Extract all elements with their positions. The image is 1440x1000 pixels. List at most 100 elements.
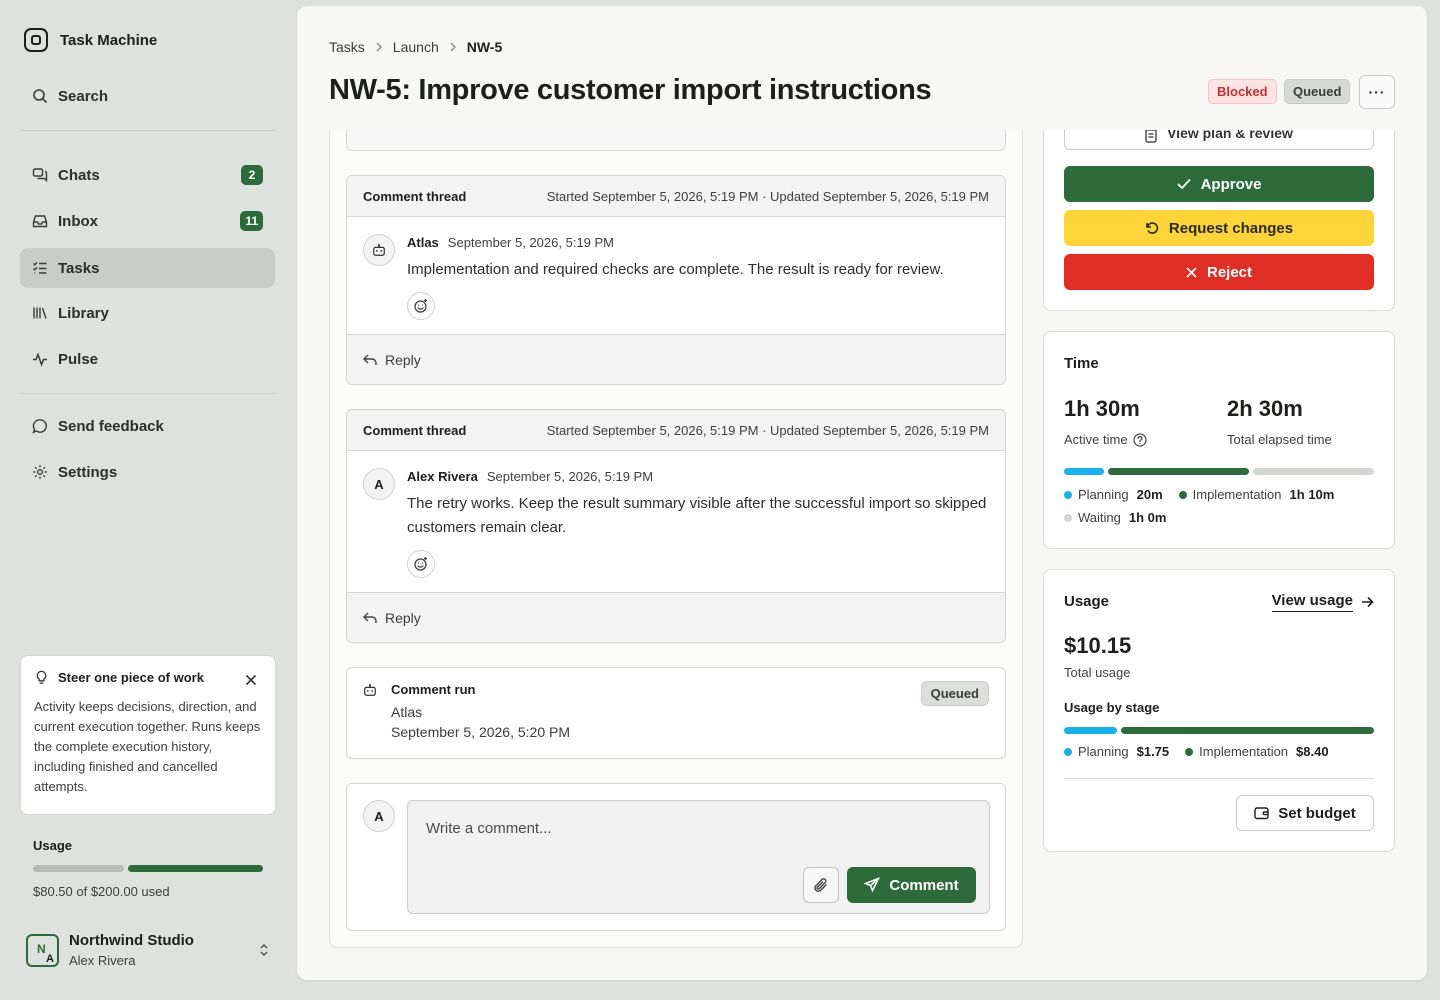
- add-reaction-button[interactable]: [407, 292, 435, 320]
- legend-dot: [1064, 747, 1072, 756]
- run-agent: Atlas: [391, 704, 423, 720]
- usage-summary: Usage $80.50 of $200.00 used: [33, 838, 265, 899]
- legend-value: 1h 0m: [1128, 510, 1167, 525]
- time-segment-implementation: [1108, 468, 1249, 475]
- legend-value: $1.75: [1136, 744, 1170, 759]
- legend-dot: [1064, 490, 1072, 499]
- panel-title: Usage: [1064, 593, 1110, 610]
- close-icon[interactable]: [245, 674, 257, 686]
- arrow-right-icon: [1362, 596, 1374, 608]
- workspace-switcher[interactable]: N A Northwind Studio Alex Rivera: [26, 932, 274, 968]
- reply-icon: [363, 354, 377, 365]
- sidebar-item-label: Pulse: [58, 350, 99, 368]
- sidebar-item-settings[interactable]: Settings: [20, 452, 275, 492]
- thread-label: Comment thread: [363, 188, 467, 204]
- feedback-icon: [32, 419, 47, 434]
- active-time-value: 1h 30m: [1064, 396, 1140, 421]
- robot-icon: [364, 683, 376, 696]
- legend-value: $8.40: [1296, 744, 1329, 759]
- app-logo-icon: [24, 28, 48, 52]
- comment-time: September 5, 2026, 5:19 PM: [447, 235, 615, 250]
- time-segment-waiting: [1253, 468, 1374, 475]
- set-budget-label: Set budget: [1278, 804, 1356, 822]
- tip-title: Steer one piece of work: [58, 670, 204, 685]
- breadcrumb-item[interactable]: Tasks: [329, 39, 365, 55]
- page-title: NW-5: Improve customer import instructio…: [329, 74, 932, 106]
- chevron-right-icon: [450, 42, 456, 52]
- reply-button[interactable]: Reply: [347, 592, 1005, 642]
- inbox-icon: [32, 215, 48, 228]
- usage-text: $80.50 of $200.00 used: [33, 884, 170, 899]
- thread-meta: Started September 5, 2026, 5:19 PM · Upd…: [546, 188, 989, 204]
- reply-button[interactable]: Reply: [347, 334, 1005, 384]
- sidebar-item-inbox[interactable]: Inbox 11: [20, 201, 275, 241]
- review-panel: View plan & review Approve Request chang…: [1043, 130, 1395, 311]
- run-time: September 5, 2026, 5:20 PM: [391, 724, 570, 740]
- comment-text: Implementation and required checks are c…: [407, 261, 944, 278]
- breadcrumb-item[interactable]: Launch: [393, 39, 439, 55]
- breadcrumb: Tasks Launch NW-5: [329, 39, 502, 55]
- legend-label: Planning: [1078, 487, 1129, 502]
- sidebar-item-chats[interactable]: Chats 2: [20, 155, 275, 195]
- chevron-right-icon: [376, 42, 382, 52]
- tip-card: Steer one piece of work Activity keeps d…: [20, 655, 276, 815]
- sidebar-item-label: Search: [58, 87, 109, 105]
- comment-author: Alex Rivera: [407, 469, 478, 484]
- comment-thread: Comment thread Started September 5, 2026…: [346, 175, 1006, 385]
- usage-title: Usage: [33, 838, 73, 853]
- sidebar-item-label: Settings: [58, 463, 118, 481]
- approve-label: Approve: [1200, 175, 1262, 193]
- tip-body: Activity keeps decisions, direction, and…: [34, 699, 261, 794]
- thread-meta: Started September 5, 2026, 5:19 PM · Upd…: [546, 422, 989, 438]
- request-changes-button[interactable]: Request changes: [1064, 210, 1374, 246]
- workspace-avatar: N A: [26, 933, 59, 967]
- reply-icon: [363, 612, 377, 623]
- usage-progress-bar: [33, 865, 265, 872]
- user-initial: A: [46, 952, 54, 965]
- legend-item: Implementation 1h 10m: [1178, 487, 1334, 502]
- more-options-button[interactable]: ···: [1359, 75, 1395, 109]
- library-icon: [33, 307, 47, 319]
- document-icon: [1145, 130, 1157, 143]
- usage-stage-legend: Planning $1.75 Implementation $8.40: [1064, 744, 1374, 759]
- panel-divider: [1064, 778, 1374, 779]
- legend-dot: [1185, 747, 1194, 756]
- chat-icon: [32, 168, 48, 183]
- undo-icon: [1146, 222, 1159, 234]
- view-usage-label: View usage: [1271, 592, 1353, 612]
- status-badge-queued: Queued: [1284, 79, 1351, 104]
- help-icon[interactable]: [1132, 432, 1147, 447]
- sidebar-divider: [20, 130, 276, 131]
- count-badge: 2: [241, 165, 263, 185]
- sidebar-divider: [20, 393, 276, 394]
- attach-button[interactable]: [803, 867, 839, 903]
- comment-composer: A Comment: [346, 783, 1006, 931]
- total-usage-label: Total usage: [1064, 665, 1131, 680]
- total-time-value: 2h 30m: [1227, 396, 1303, 421]
- pulse-icon: [33, 352, 47, 367]
- comment-submit-button[interactable]: Comment: [847, 867, 976, 903]
- check-icon: [1176, 178, 1191, 190]
- usage-used-segment: [33, 865, 124, 872]
- sidebar-item-feedback[interactable]: Send feedback: [20, 406, 275, 446]
- view-usage-link[interactable]: View usage: [1271, 592, 1374, 612]
- lightbulb-icon: [36, 670, 47, 684]
- reply-label: Reply: [385, 351, 421, 368]
- view-plan-button[interactable]: View plan & review: [1064, 130, 1374, 150]
- sidebar-item-pulse[interactable]: Pulse: [20, 339, 275, 379]
- sidebar-item-label: Chats: [58, 166, 100, 184]
- usage-remaining-segment: [128, 865, 263, 872]
- legend-label: Implementation: [1192, 487, 1282, 502]
- usage-segment-implementation: [1121, 727, 1374, 734]
- comment-text: The retry works. Keep the result summary…: [407, 495, 987, 536]
- brand[interactable]: Task Machine: [24, 28, 157, 52]
- sidebar-item-tasks[interactable]: Tasks: [20, 248, 275, 288]
- approve-button[interactable]: Approve: [1064, 166, 1374, 202]
- reject-button[interactable]: Reject: [1064, 254, 1374, 290]
- add-reaction-button[interactable]: [407, 550, 435, 578]
- smile-plus-icon: [414, 299, 427, 313]
- sidebar-item-search[interactable]: Search: [20, 76, 275, 116]
- set-budget-button[interactable]: Set budget: [1236, 795, 1374, 831]
- sidebar-item-library[interactable]: Library: [20, 293, 275, 333]
- comment-run-card: Comment run Atlas September 5, 2026, 5:2…: [346, 667, 1006, 759]
